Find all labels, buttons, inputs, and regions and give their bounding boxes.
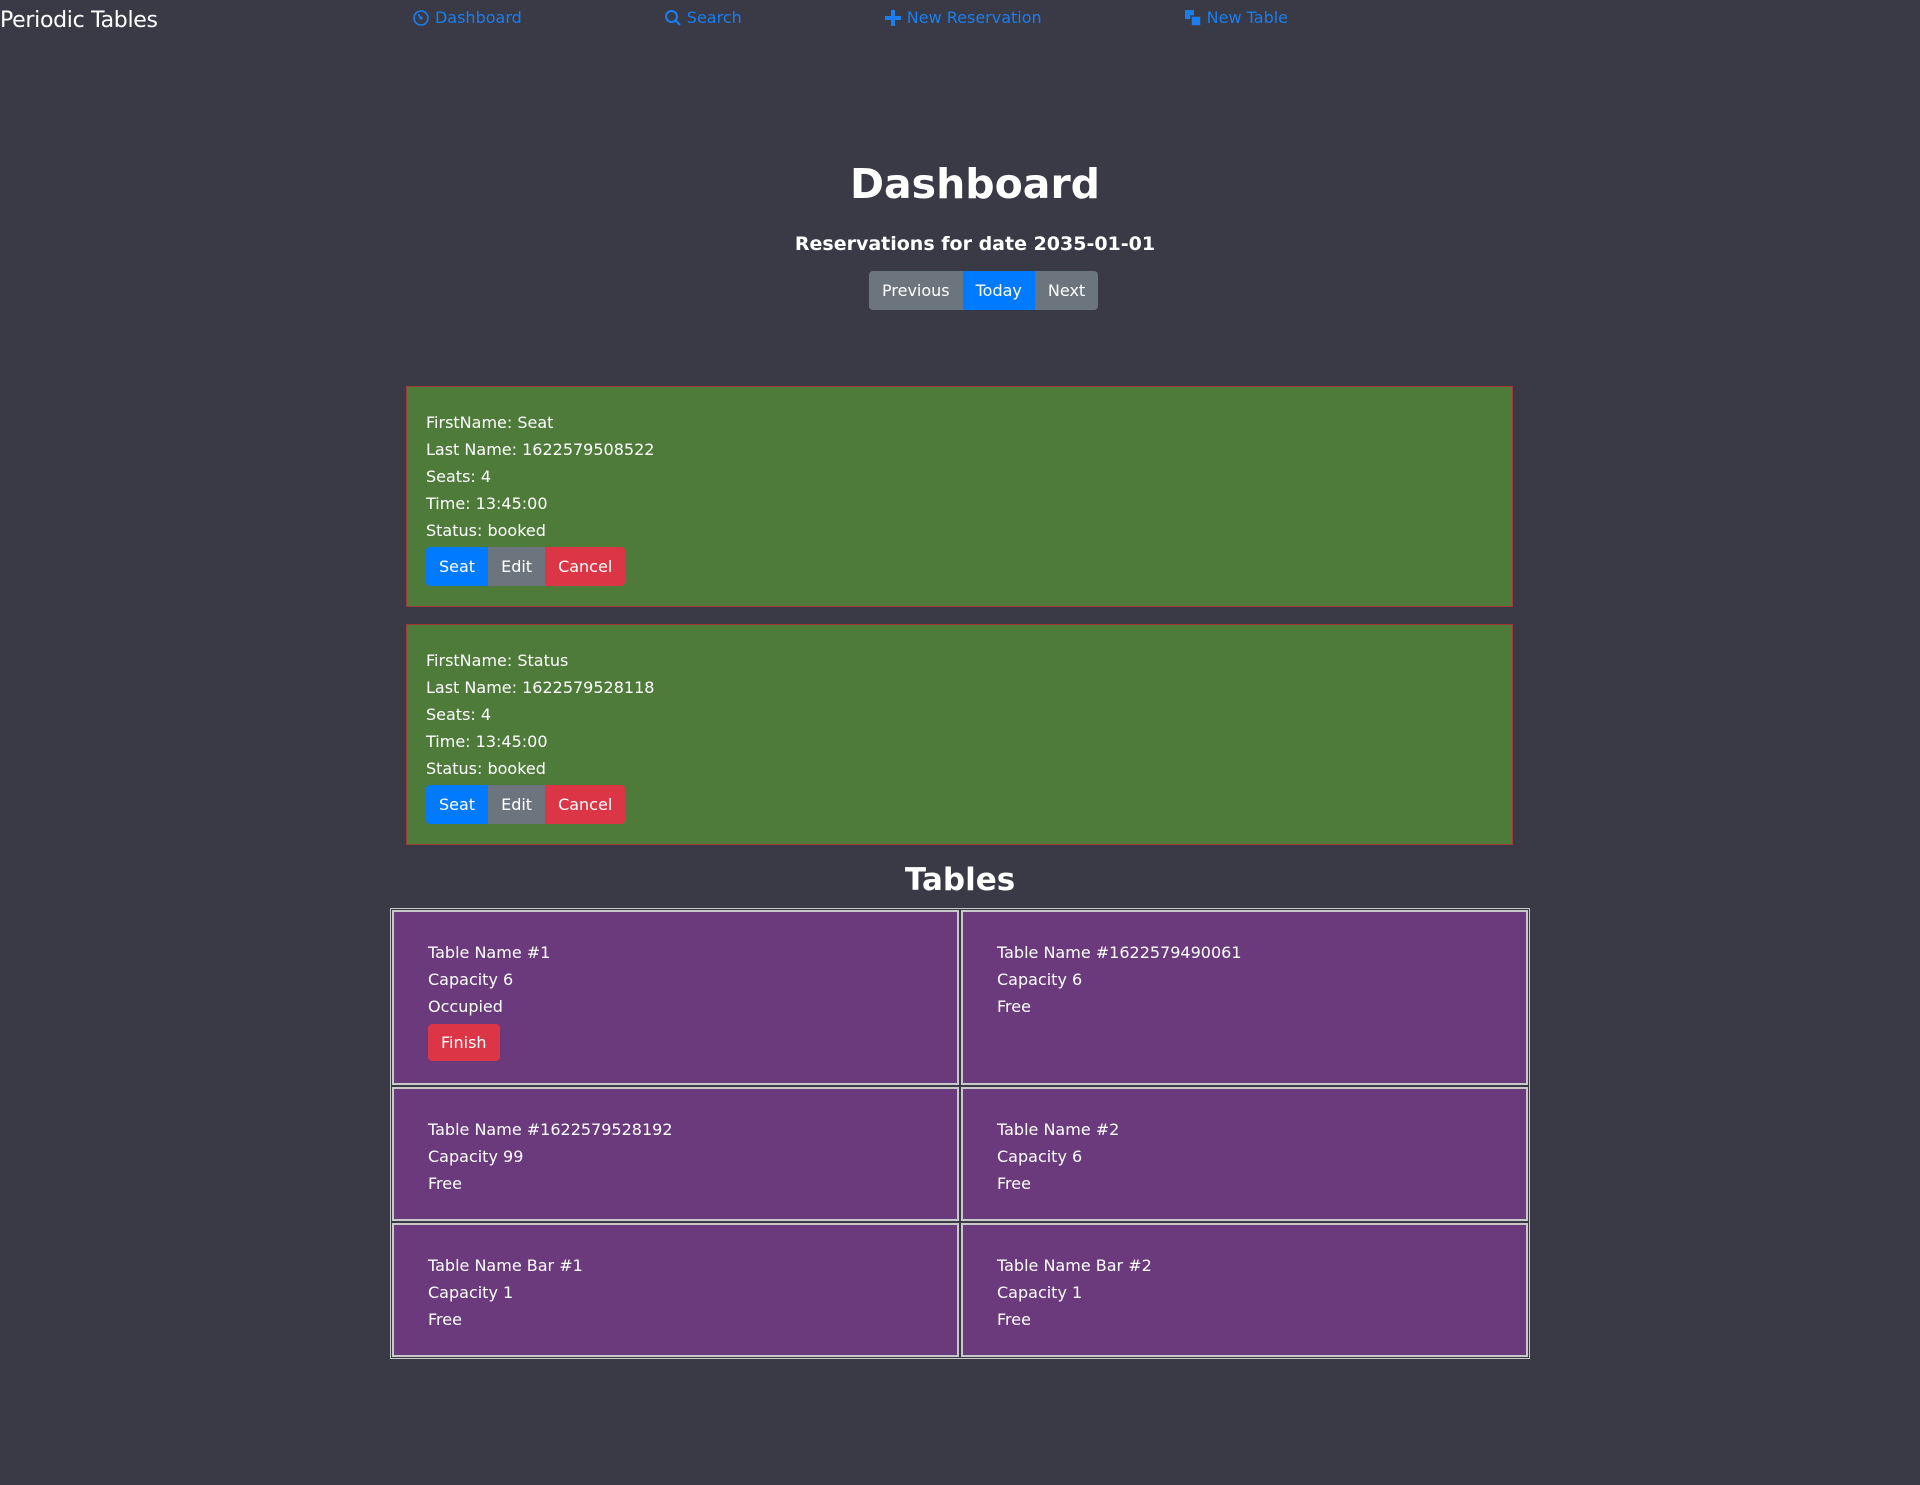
table-status: Occupied (428, 997, 503, 1016)
table-name: Table Name Bar #1 (428, 1256, 583, 1275)
reservation-time: Time: 13:45:00 (426, 494, 548, 513)
reservation-first-name: FirstName: Status (426, 651, 569, 670)
reservation-actions: Seat Edit Cancel (426, 547, 1492, 586)
today-button[interactable]: Today (962, 271, 1035, 310)
page-title: Dashboard (849, 160, 1101, 208)
date-navigation: Previous Today Next (869, 271, 1099, 310)
edit-button[interactable]: Edit (488, 785, 546, 824)
cancel-button[interactable]: Cancel (545, 547, 626, 586)
table-card: Table Name #1622579490061 Capacity 6 Fre… (961, 910, 1528, 1085)
nav-search-link[interactable]: Search (664, 8, 742, 27)
table-status: Free (428, 1310, 462, 1329)
seat-button[interactable]: Seat (426, 785, 489, 824)
table-name: Table Name #1622579490061 (997, 943, 1242, 962)
table-card: Table Name #1 Capacity 6 Occupied Finish (392, 910, 959, 1085)
table-status: Free (997, 1174, 1031, 1193)
table-name: Table Name #2 (997, 1120, 1120, 1139)
table-name: Table Name #1 (428, 943, 551, 962)
reservation-status: Status: booked (426, 521, 546, 540)
nav-new-reservation-label: New Reservation (906, 8, 1042, 27)
table-icon (1184, 9, 1202, 27)
dashboard-icon (413, 9, 429, 26)
reservation-time: Time: 13:45:00 (426, 732, 548, 751)
reservation-seats: Seats: 4 (426, 705, 492, 724)
table-status: Free (997, 997, 1031, 1016)
reservation-card: FirstName: Seat Last Name: 1622579508522… (406, 386, 1513, 607)
table-name: Table Name #1622579528192 (428, 1120, 673, 1139)
plus-icon (884, 9, 901, 26)
top-nav: Dashboard Search New Reservation New Tab… (0, 8, 1920, 27)
table-capacity: Capacity 6 (997, 970, 1083, 989)
reservation-seats: Seats: 4 (426, 467, 492, 486)
edit-button[interactable]: Edit (488, 547, 546, 586)
nav-new-reservation-link[interactable]: New Reservation (884, 8, 1042, 27)
cancel-button[interactable]: Cancel (545, 785, 626, 824)
previous-button[interactable]: Previous (869, 271, 963, 310)
finish-button[interactable]: Finish (428, 1024, 500, 1061)
tables-grid: Table Name #1 Capacity 6 Occupied Finish… (390, 908, 1530, 1359)
nav-search-label: Search (686, 8, 742, 27)
table-card: Table Name Bar #2 Capacity 1 Free (961, 1223, 1528, 1357)
table-card: Table Name Bar #1 Capacity 1 Free (392, 1223, 959, 1357)
reservation-card: FirstName: Status Last Name: 16225795281… (406, 624, 1513, 845)
table-card: Table Name #1622579528192 Capacity 99 Fr… (392, 1087, 959, 1221)
reservation-status: Status: booked (426, 759, 546, 778)
table-card: Table Name #2 Capacity 6 Free (961, 1087, 1528, 1221)
table-capacity: Capacity 1 (428, 1283, 514, 1302)
reservation-actions: Seat Edit Cancel (426, 785, 1492, 824)
table-capacity: Capacity 6 (428, 970, 514, 989)
search-icon (664, 9, 681, 26)
tables-heading: Tables (904, 862, 1016, 898)
table-capacity: Capacity 1 (997, 1283, 1083, 1302)
nav-new-table-link[interactable]: New Table (1184, 8, 1288, 27)
table-status: Free (997, 1310, 1031, 1329)
seat-button[interactable]: Seat (426, 547, 489, 586)
next-button[interactable]: Next (1034, 271, 1099, 310)
reservations-date-subtitle: Reservations for date 2035-01-01 (794, 233, 1156, 255)
table-status: Free (428, 1174, 462, 1193)
table-capacity: Capacity 6 (997, 1147, 1083, 1166)
nav-new-table-label: New Table (1206, 8, 1289, 27)
reservation-last-name: Last Name: 1622579528118 (426, 678, 655, 697)
reservation-last-name: Last Name: 1622579508522 (426, 440, 655, 459)
nav-dashboard-label: Dashboard (434, 8, 522, 27)
reservation-first-name: FirstName: Seat (426, 413, 554, 432)
table-capacity: Capacity 99 (428, 1147, 524, 1166)
nav-dashboard-link[interactable]: Dashboard (412, 8, 522, 27)
table-name: Table Name Bar #2 (997, 1256, 1152, 1275)
